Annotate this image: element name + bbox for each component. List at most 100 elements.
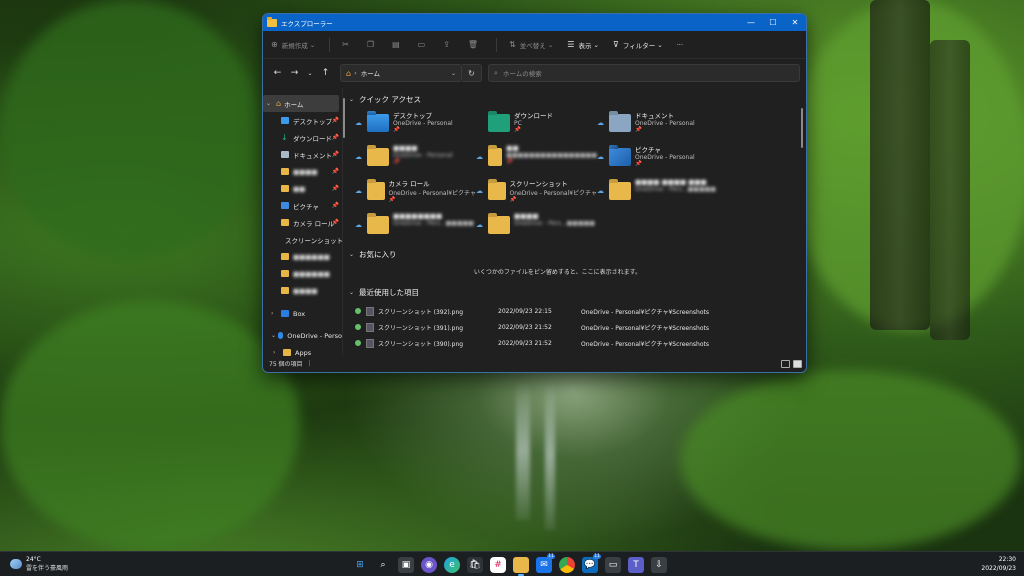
chevron-down-icon[interactable]: ⌄	[349, 289, 359, 296]
search-input[interactable]: ⌕ ホームの検索	[488, 64, 800, 82]
chevron-right-icon[interactable]: ›	[271, 310, 281, 317]
sidebar-item-folder[interactable]: ■■■■■■	[263, 265, 342, 282]
sidebar-item-folder[interactable]: ■■■■ 📌	[263, 163, 342, 180]
recent-header[interactable]: ⌄ 最近使用した項目	[349, 285, 806, 299]
tiles-view-button[interactable]	[793, 359, 802, 368]
explorer-window[interactable]: エクスプローラー — ☐ ✕ ⊕ 新規作成 ⌄ ✂ ❐ ▤ ▭ ⇪ 🗑 ⇅ 並べ替え…	[262, 13, 807, 373]
chevron-down-icon[interactable]: ⌄	[349, 251, 359, 258]
desktop-folder-icon	[367, 114, 389, 132]
mail-icon[interactable]: ✉ 11	[536, 554, 555, 573]
file-explorer-icon[interactable]	[513, 557, 529, 576]
navigation-pane: ⌄ ⌂ ホーム デスクトップ 📌 ↓ ダウンロード 📌 ドキュメント 📌 ■■■…	[263, 88, 345, 357]
more-button[interactable]: ···	[677, 41, 683, 49]
item-name: ピクチャ	[635, 146, 661, 154]
system-clock[interactable]: 22:30 2022/09/23	[981, 555, 1016, 573]
cut-button[interactable]: ✂	[342, 40, 353, 49]
store-icon[interactable]: 🛍	[467, 557, 483, 573]
slack-icon[interactable]: #	[490, 557, 506, 573]
paste-button[interactable]: ▤	[392, 40, 404, 49]
sidebar-item-home[interactable]: ⌄ ⌂ ホーム	[263, 95, 339, 112]
view-label: 表示	[578, 41, 592, 50]
wallpaper-waterfall	[545, 380, 555, 530]
app-icon[interactable]: ⇩	[651, 557, 667, 573]
sidebar-item-folder[interactable]: ■■■■■■	[263, 248, 342, 265]
copy-button[interactable]: ❐	[367, 40, 378, 49]
recent-file-row[interactable]: スクリーンショット (390).png 2022/09/23 21:52 One…	[349, 335, 806, 351]
new-button[interactable]: ⊕ 新規作成 ⌄	[271, 40, 315, 50]
sidebar-item-downloads[interactable]: ↓ ダウンロード 📌	[263, 129, 342, 146]
weather-widget[interactable]: 24°C 雷を伴う豪風雨	[10, 556, 68, 572]
sort-button[interactable]: ⇅ 並べ替え ⌄	[509, 40, 553, 50]
pin-icon: 📌	[331, 168, 339, 175]
sidebar-item-desktop[interactable]: デスクトップ 📌	[263, 112, 342, 129]
quick-access-item-folder[interactable]: ☁ ■■■■ OneDrive - Personal 📌	[355, 144, 476, 173]
pictures-icon	[281, 202, 289, 209]
rename-button[interactable]: ▭	[418, 40, 430, 49]
details-view-button[interactable]	[781, 359, 790, 368]
clipboard-icon: ▤	[392, 40, 400, 49]
quick-access-item-desktop[interactable]: ☁ デスクトップ OneDrive - Personal 📌	[355, 110, 476, 139]
item-location: OneDrive - Personal	[393, 120, 453, 127]
title-bar[interactable]: エクスプローラー — ☐ ✕	[263, 14, 806, 31]
maximize-button[interactable]: ☐	[762, 14, 784, 31]
edge-browser-icon[interactable]: e	[444, 557, 460, 573]
plus-icon: ⊕	[271, 40, 278, 49]
search-icon: ⌕	[494, 68, 498, 77]
close-button[interactable]: ✕	[784, 14, 806, 31]
chat-icon[interactable]: ◉	[421, 557, 437, 573]
search-button[interactable]: ⌕	[375, 557, 391, 573]
quick-access-item-documents[interactable]: ☁ ドキュメント OneDrive - Personal 📌	[597, 110, 718, 139]
sidebar-item-pictures[interactable]: ピクチャ 📌	[263, 197, 342, 214]
sidebar-item-folder[interactable]: ■■■■	[263, 282, 342, 299]
start-button[interactable]: ⊞	[352, 557, 368, 573]
back-button[interactable]: ←	[269, 68, 286, 78]
chrome-icon[interactable]	[559, 557, 575, 573]
quick-access-item-folder[interactable]: ☁ ■■■■ OneDrive - Pers...■■■■■	[476, 212, 597, 241]
quick-access-header[interactable]: ⌄ クイック アクセス	[349, 92, 806, 106]
recent-locations-button[interactable]: ⌄	[303, 70, 317, 77]
image-file-icon	[366, 306, 374, 316]
recent-file-row[interactable]: スクリーンショット (392).png 2022/09/23 22:15 One…	[349, 303, 806, 319]
sidebar-item-onedrive[interactable]: ⌄ OneDrive - Perso	[263, 327, 342, 344]
sidebar-item-label: ■■■■	[293, 286, 318, 295]
quick-access-item-downloads[interactable]: ダウンロード PC 📌	[476, 110, 597, 139]
quick-access-item-camera-roll[interactable]: ☁ カメラ ロール OneDrive - Personal¥ピクチャ 📌	[355, 178, 476, 207]
filter-button[interactable]: ⊽ フィルター ⌄	[613, 40, 663, 50]
folder-icon	[488, 182, 506, 200]
messaging-icon[interactable]: 💬 11	[582, 554, 601, 573]
sidebar-item-folder[interactable]: ■■ 📌	[263, 180, 342, 197]
quick-access-item-screenshots[interactable]: ☁ スクリーンショット OneDrive - Personal¥ピクチャ 📌	[476, 178, 597, 207]
sidebar-item-documents[interactable]: ドキュメント 📌	[263, 146, 342, 163]
recent-file-row[interactable]: スクリーンショット (391).png 2022/09/23 21:52 One…	[349, 319, 806, 335]
refresh-button[interactable]: ↻	[462, 64, 482, 82]
item-count: 75 個の項目	[269, 361, 303, 368]
up-button[interactable]: ↑	[317, 68, 334, 78]
favorites-header[interactable]: ⌄ お気に入り	[349, 247, 806, 261]
share-button[interactable]: ⇪	[443, 40, 454, 49]
remote-desktop-icon[interactable]: ▭	[605, 557, 621, 573]
content-scrollbar[interactable]	[801, 108, 803, 148]
sidebar-item-box[interactable]: › Box	[263, 305, 342, 322]
sidebar-item-label: スクリーンショット	[285, 236, 344, 245]
chevron-down-icon[interactable]: ⌄	[266, 100, 276, 107]
sidebar-item-label: ホーム	[284, 100, 304, 109]
address-bar[interactable]: ⌂ › ホーム ⌄	[340, 64, 462, 82]
quick-access-item-folder[interactable]: ☁ ■■ ■■■■■■■■■■■■■■■■ 📌	[476, 144, 597, 173]
quick-access-item-pictures[interactable]: ☁ ピクチャ OneDrive - Personal 📌	[597, 144, 718, 173]
item-name: ■■■■ ■■■■ ■■■	[635, 178, 707, 186]
sidebar-item-camera-roll[interactable]: カメラ ロール 📌	[263, 214, 342, 231]
chevron-down-icon[interactable]: ⌄	[451, 70, 456, 77]
delete-button[interactable]: 🗑	[468, 40, 482, 49]
teams-icon[interactable]: T	[628, 557, 644, 573]
weather-temperature: 24°C	[26, 556, 41, 563]
minimize-button[interactable]: —	[740, 14, 762, 31]
view-button[interactable]: ☰ 表示 ⌄	[567, 40, 599, 50]
task-view-button[interactable]: ▣	[398, 557, 414, 573]
sidebar-item-screenshots[interactable]: スクリーンショット	[263, 231, 344, 248]
chevron-down-icon[interactable]: ⌄	[349, 96, 359, 103]
quick-access-item-folder[interactable]: ☁ ■■■■ ■■■■ ■■■ OneDrive - Pers...■■■■■	[597, 178, 718, 207]
forward-button[interactable]: →	[286, 68, 303, 78]
item-location: ■■■■■■■■■■■■■■■■	[506, 152, 597, 159]
chevron-down-icon[interactable]: ⌄	[271, 332, 278, 339]
quick-access-item-folder[interactable]: ☁ ■■■■■■■■ OneDrive - Pers...■■■■■	[355, 212, 476, 241]
